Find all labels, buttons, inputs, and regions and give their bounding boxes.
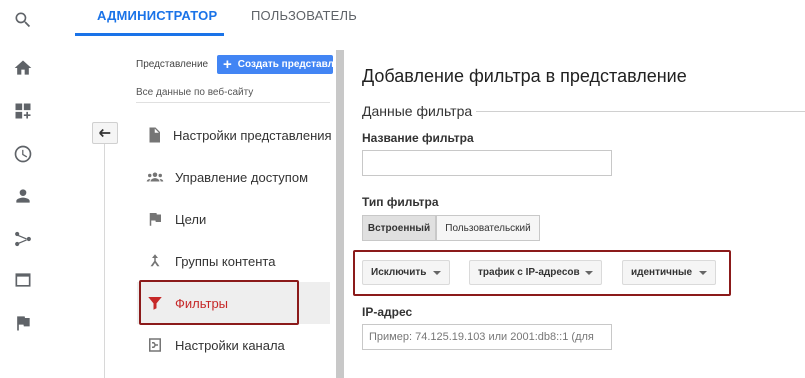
filter-expression-value: идентичные [631,267,693,278]
menu-item-label: Цели [175,211,207,227]
realtime-icon[interactable] [12,143,34,165]
filters-highlight-box [139,280,299,325]
filter-action-value: Исключить [371,267,427,278]
page-title: Добавление фильтра в представление [362,66,687,86]
people-icon [145,167,165,187]
filter-source-select[interactable]: трафик с IP-адресов [469,260,602,285]
left-nav-rail [0,0,46,378]
menu-item-label: Управление доступом [175,169,309,185]
customization-icon[interactable] [12,100,34,122]
menu-item-label: Группы контента [175,253,276,269]
search-icon[interactable] [12,9,34,31]
filter-type-custom-button[interactable]: Пользовательский [436,215,540,241]
content-groups-icon [145,251,165,271]
menu-item-view-settings[interactable]: Настройки представления [137,114,332,156]
conversions-icon[interactable] [12,312,34,334]
document-icon [145,125,163,145]
tab-user[interactable]: ПОЛЬЗОВАТЕЛЬ [251,8,357,23]
channel-settings-icon [145,335,165,355]
acquisition-icon[interactable] [12,228,34,250]
filter-expression-select[interactable]: идентичные [622,260,716,285]
section-title: Данные фильтра [362,103,473,119]
arrow-left-icon [99,128,111,138]
filter-name-label: Название фильтра [362,131,474,145]
filter-name-input[interactable] [362,150,612,176]
menu-item-access-management[interactable]: Управление доступом [137,156,330,198]
create-view-button[interactable]: + Создать представление [217,55,333,74]
filter-type-label: Тип фильтра [362,195,439,209]
menu-item-channel-settings[interactable]: Настройки канала [137,324,330,366]
behavior-icon[interactable] [12,269,34,291]
create-view-label: Создать представление [237,59,333,70]
view-selector[interactable]: Все данные по веб-сайту [136,87,253,98]
filter-type-builtin-button[interactable]: Встроенный [362,215,436,241]
back-button[interactable] [92,122,118,144]
menu-scrollbar[interactable] [336,50,344,378]
menu-item-content-groups[interactable]: Группы контента [137,240,330,282]
ip-address-label: IP-адрес [362,305,413,319]
filter-source-value: трафик с IP-адресов [478,267,580,278]
tab-bar: АДМИНИСТРАТОР ПОЛЬЗОВАТЕЛЬ [75,0,805,36]
chevron-down-icon [433,271,441,275]
chevron-down-icon [585,271,593,275]
menu-item-label: Настройки канала [175,337,285,353]
home-icon[interactable] [12,57,34,79]
menu-item-goals[interactable]: Цели [137,198,330,240]
menu-item-label: Настройки представления [173,127,332,143]
filter-action-select[interactable]: Исключить [362,260,450,285]
view-label: Представление [136,59,209,70]
column-divider [104,144,105,378]
chevron-down-icon [699,271,707,275]
flag-icon [145,209,165,229]
plus-icon: + [223,56,232,73]
section-divider [476,111,805,112]
audience-icon[interactable] [12,185,34,207]
divider [136,102,330,103]
app-root: АДМИНИСТРАТОР ПОЛЬЗОВАТЕЛЬ Представление… [0,0,805,378]
ip-address-input[interactable] [362,324,612,350]
tab-admin[interactable]: АДМИНИСТРАТОР [97,8,217,23]
